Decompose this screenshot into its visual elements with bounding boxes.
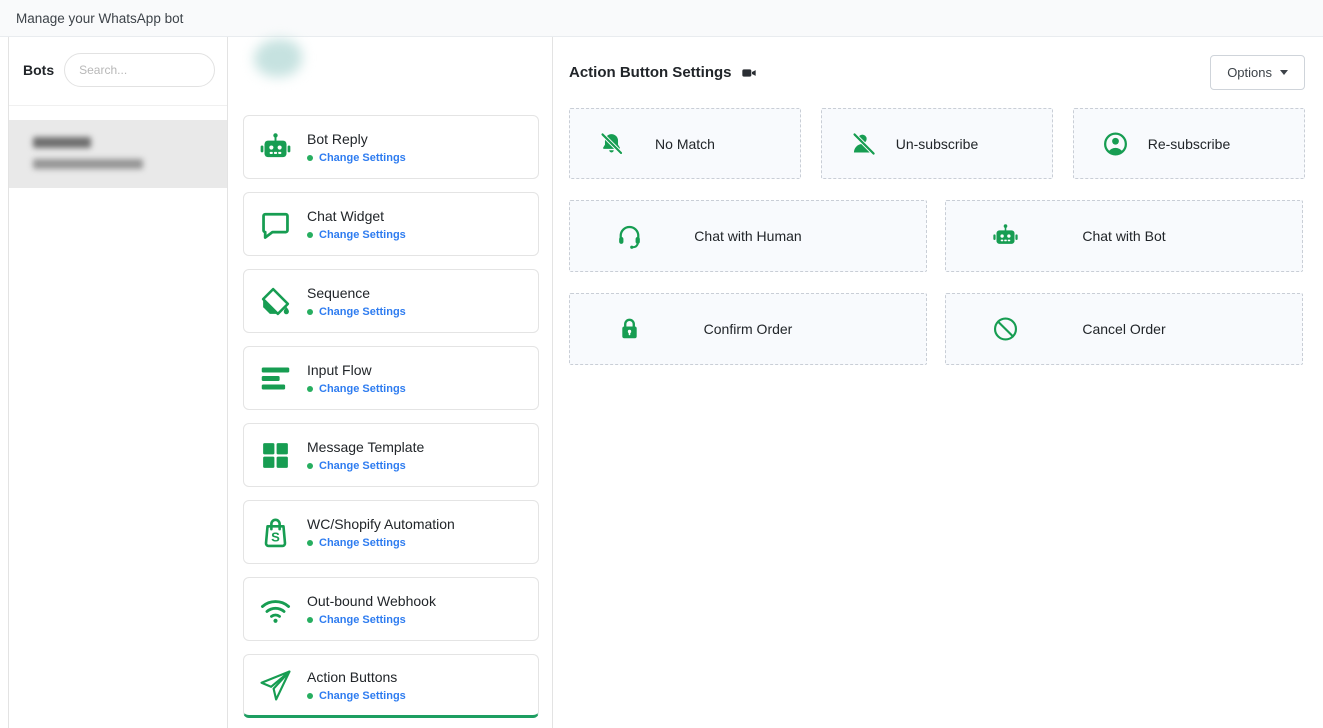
sidebar-title: Bots [23,62,54,78]
shopify-bag-icon: S [256,513,294,551]
status-dot [307,309,313,315]
change-settings-link[interactable]: Change Settings [307,537,455,549]
ink-drip-icon [256,282,294,320]
action-row-3: Confirm Order Cancel Order [569,293,1305,365]
change-settings-link[interactable]: Change Settings [307,229,406,241]
change-settings-link[interactable]: Change Settings [307,383,406,395]
status-dot [307,617,313,623]
card-text: Out-bound Webhook Change Settings [307,593,436,626]
sidebar-header: Bots [9,37,227,106]
card-text: Message Template Change Settings [307,439,424,472]
card-text: Input Flow Change Settings [307,362,406,395]
grid-icon [256,436,294,474]
action-re-subscribe[interactable]: Re-subscribe [1073,108,1305,179]
panel-header: Action Button Settings Options [569,55,1305,90]
action-cancel-order[interactable]: Cancel Order [945,293,1303,365]
action-confirm-order[interactable]: Confirm Order [569,293,927,365]
feature-list: Bot Reply Change Settings Chat Widget Ch… [228,37,553,728]
feature-card-bot-reply[interactable]: Bot Reply Change Settings [243,115,539,179]
change-settings-link[interactable]: Change Settings [307,614,436,626]
change-settings-link[interactable]: Change Settings [307,460,424,472]
card-text: WC/Shopify Automation Change Settings [307,516,455,549]
change-settings-link[interactable]: Change Settings [307,152,406,164]
main-layout: Bots Bot Reply Change Settings [0,37,1323,728]
feature-title: Chat Widget [307,208,406,224]
card-text: Bot Reply Change Settings [307,131,406,164]
card-text: Chat Widget Change Settings [307,208,406,241]
chat-bubble-icon [256,205,294,243]
card-text: Sequence Change Settings [307,285,406,318]
feature-card-shopify-automation[interactable]: S WC/Shopify Automation Change Settings [243,500,539,564]
bot-search-input[interactable] [64,53,215,87]
options-button[interactable]: Options [1210,55,1305,90]
action-row-2: Chat with Human Chat with Bot [569,200,1305,272]
video-camera-icon[interactable] [741,65,757,81]
panel-title: Action Button Settings [569,64,731,81]
bots-sidebar: Bots [8,37,228,728]
feature-card-message-template[interactable]: Message Template Change Settings [243,423,539,487]
feature-title: Sequence [307,285,406,301]
status-dot [307,540,313,546]
robot-icon [256,128,294,166]
top-header: Manage your WhatsApp bot [0,0,1323,37]
action-un-subscribe[interactable]: Un-subscribe [821,108,1053,179]
status-dot [307,386,313,392]
feature-title: Bot Reply [307,131,406,147]
feature-title: Message Template [307,439,424,455]
change-settings-link[interactable]: Change Settings [307,306,406,318]
status-dot [307,232,313,238]
feature-title: Action Buttons [307,669,406,685]
feature-title: Input Flow [307,362,406,378]
action-chat-with-bot[interactable]: Chat with Bot [945,200,1303,272]
feature-title: WC/Shopify Automation [307,516,455,532]
redacted-bot-number [33,159,143,169]
status-dot [307,463,313,469]
feature-card-input-flow[interactable]: Input Flow Change Settings [243,346,539,410]
feature-card-outbound-webhook[interactable]: Out-bound Webhook Change Settings [243,577,539,641]
redacted-bot-name [33,137,91,148]
list-bars-icon [256,359,294,397]
feature-card-action-buttons[interactable]: Action Buttons Change Settings [243,654,539,718]
action-no-match[interactable]: No Match [569,108,801,179]
action-row-1: No Match Un-subscribe Re-subscribe [569,108,1305,179]
caret-down-icon [1280,70,1288,75]
action-button-settings-panel: Action Button Settings Options No Match [553,37,1323,728]
svg-text:S: S [271,529,280,544]
status-dot [307,155,313,161]
wifi-icon [256,590,294,628]
feature-title: Out-bound Webhook [307,593,436,609]
action-chat-with-human[interactable]: Chat with Human [569,200,927,272]
status-dot [307,693,313,699]
feature-card-chat-widget[interactable]: Chat Widget Change Settings [243,192,539,256]
card-text: Action Buttons Change Settings [307,669,406,702]
bot-list-item-selected[interactable] [9,120,227,188]
change-settings-link[interactable]: Change Settings [307,690,406,702]
page-title: Manage your WhatsApp bot [16,11,183,26]
blurred-avatar [254,39,302,77]
paper-plane-icon [256,666,294,704]
feature-card-sequence[interactable]: Sequence Change Settings [243,269,539,333]
